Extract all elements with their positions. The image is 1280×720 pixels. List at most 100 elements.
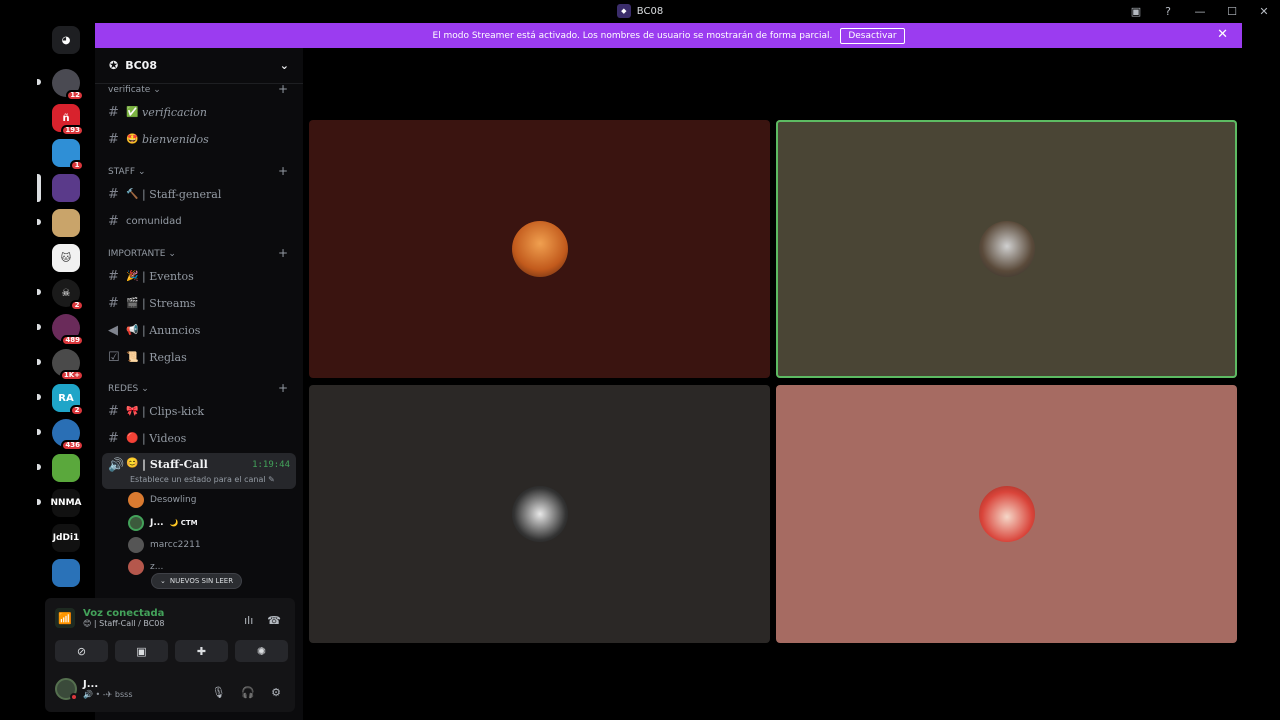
close-window-button[interactable]: ✕ [1248, 0, 1280, 22]
activities-button[interactable]: ✚ [175, 640, 228, 662]
user-tag: 🌙 CTM [169, 519, 198, 527]
server-icon-12[interactable] [52, 454, 80, 482]
server-icon-3[interactable]: 1 [52, 139, 84, 171]
channel-label: | Anuncios [142, 323, 201, 337]
inbox-icon[interactable]: ▣ [1120, 0, 1152, 22]
channel-label: | Staff-general [142, 187, 222, 201]
voice-connection-info: 📶 Voz conectada 😊 | Staff-Call / BC08 [55, 608, 164, 628]
soundboard-button[interactable]: ✺ [235, 640, 288, 662]
close-icon[interactable]: ✕ [1217, 27, 1228, 42]
channel-label: bienvenidos [142, 132, 209, 146]
channel-staff-general[interactable]: # 🔨 | Staff-general [108, 183, 291, 205]
category-importante[interactable]: IMPORTANTE ⌄ [108, 249, 176, 259]
server-icon-14[interactable]: JdDi1 [52, 524, 80, 552]
channel-verificacion[interactable]: # ✅ verificacion [108, 101, 291, 123]
server-icon-9[interactable]: 1K+ [52, 349, 84, 381]
channel-label: | Streams [142, 296, 196, 310]
category-label: IMPORTANTE [108, 249, 166, 259]
mention-badge: 436 [61, 440, 84, 451]
avatar [978, 221, 1035, 277]
channel-staff-call[interactable]: 🔊 😊 | Staff-Call 1:19:44 Establece un es… [102, 453, 296, 489]
channel-emoji: 😊 [126, 458, 139, 469]
disable-streamer-button[interactable]: Desactivar [840, 27, 905, 44]
minimize-button[interactable]: — [1184, 0, 1216, 22]
server-icon-8[interactable]: 489 [52, 314, 84, 346]
channel-bienvenidos[interactable]: # 🤩 bienvenidos [108, 128, 291, 150]
category-verificate[interactable]: verificate ⌄ [108, 85, 161, 95]
channel-anuncios[interactable]: ◀ 📢 | Anuncios [108, 319, 291, 341]
server-icon-11[interactable]: 436 [52, 419, 84, 451]
channel-clips-kick[interactable]: # 🎀 | Clips-kick [108, 400, 291, 422]
unread-indicator [37, 359, 41, 365]
channel-streams[interactable]: # 🎬 | Streams [108, 292, 291, 314]
selected-indicator [37, 174, 41, 202]
camera-off-button[interactable]: ⊘ [55, 640, 108, 662]
participant-tile-1[interactable] [309, 120, 770, 378]
server-icon-7[interactable]: ☠ 2 [52, 279, 84, 311]
channel-label: | Clips-kick [142, 404, 205, 418]
server-icon-5[interactable] [52, 209, 80, 237]
voice-user[interactable]: marcc2211 [128, 537, 201, 553]
add-channel-icon[interactable]: + [278, 246, 288, 260]
channel-label: verificacion [142, 105, 207, 119]
server-name: BC08 [125, 59, 157, 72]
server-icon-10[interactable]: RA 2 [52, 384, 84, 416]
mention-badge: 1 [70, 160, 84, 171]
hash-icon: # [108, 104, 119, 120]
participant-tile-2-speaking[interactable] [776, 120, 1237, 378]
window-title: BC08 [636, 5, 664, 17]
user-info[interactable]: J... 🔊 • -✈ bsss [55, 678, 132, 701]
server-icon-13[interactable]: NNMA [51, 489, 82, 517]
noise-suppression-icon[interactable]: ılı [244, 614, 253, 627]
channel-reglas[interactable]: ☑ 📜 | Reglas [108, 346, 291, 368]
gear-icon[interactable]: ⚙ [271, 686, 281, 699]
chevron-down-icon: ⌄ [138, 167, 146, 177]
voice-buttons: ⊘ ▣ ✚ ✺ [55, 640, 288, 662]
avatar [511, 486, 568, 542]
voice-status[interactable]: Voz conectada [83, 608, 164, 619]
channel-comunidad[interactable]: # comunidad [108, 210, 291, 232]
category-staff[interactable]: STAFF ⌄ [108, 167, 146, 177]
channel-label: | Reglas [142, 350, 187, 364]
avatar [128, 537, 144, 553]
window-titlebar: ◆ BC08 ▣ ? — ☐ ✕ [0, 0, 1280, 22]
channel-label: | Staff-Call [142, 458, 208, 471]
server-header[interactable]: ✪ BC08 ⌄ [95, 48, 303, 84]
server-icon-1[interactable]: 12 [52, 69, 84, 101]
new-unread-button[interactable]: ⌄ NUEVOS SIN LEER [151, 573, 243, 589]
disconnect-icon[interactable]: ☎ [267, 614, 281, 627]
mention-badge: 193 [61, 125, 84, 136]
category-label: REDES [108, 384, 139, 394]
add-channel-icon[interactable]: + [278, 82, 288, 96]
chevron-down-icon: ⌄ [141, 384, 149, 394]
discord-home-icon[interactable]: ◕ [52, 26, 80, 54]
screen-share-button[interactable]: ▣ [115, 640, 168, 662]
maximize-button[interactable]: ☐ [1216, 0, 1248, 22]
voice-user-name: Desowling [150, 495, 197, 505]
voice-user[interactable]: Desowling [128, 492, 196, 508]
channel-emoji: 🔴 [126, 432, 139, 444]
channel-videos[interactable]: # 🔴 | Videos [108, 427, 291, 449]
voice-channel-path[interactable]: 😊 | Staff-Call / BC08 [83, 619, 164, 628]
category-redes[interactable]: REDES ⌄ [108, 384, 149, 394]
channel-status-prompt[interactable]: Establece un estado para el canal ✎ [130, 475, 275, 484]
microphone-icon[interactable]: 🎙 [211, 686, 225, 699]
server-icon-2[interactable]: ñ 193 [52, 104, 84, 136]
channel-emoji: 📢 [126, 324, 139, 336]
participant-tile-4[interactable] [776, 385, 1237, 643]
server-app-icon: ◆ [616, 4, 631, 18]
banner-text: El modo Streamer está activado. Los nomb… [432, 30, 833, 41]
channel-eventos[interactable]: # 🎉 | Eventos [108, 265, 291, 287]
add-channel-icon[interactable]: + [278, 381, 288, 395]
server-icon-15[interactable] [52, 559, 80, 587]
signal-icon[interactable]: 📶 [55, 608, 75, 628]
server-icon-bc08[interactable] [52, 174, 80, 202]
add-channel-icon[interactable]: + [278, 164, 288, 178]
headphones-icon[interactable]: 🎧 [241, 686, 255, 699]
help-icon[interactable]: ? [1152, 0, 1184, 22]
server-icon-6[interactable]: 🐱 [52, 244, 80, 272]
mention-badge: 2 [70, 300, 84, 311]
participant-tile-3[interactable] [309, 385, 770, 643]
voice-user[interactable]: J... 🌙 CTM [128, 515, 198, 531]
unread-indicator [37, 499, 41, 505]
